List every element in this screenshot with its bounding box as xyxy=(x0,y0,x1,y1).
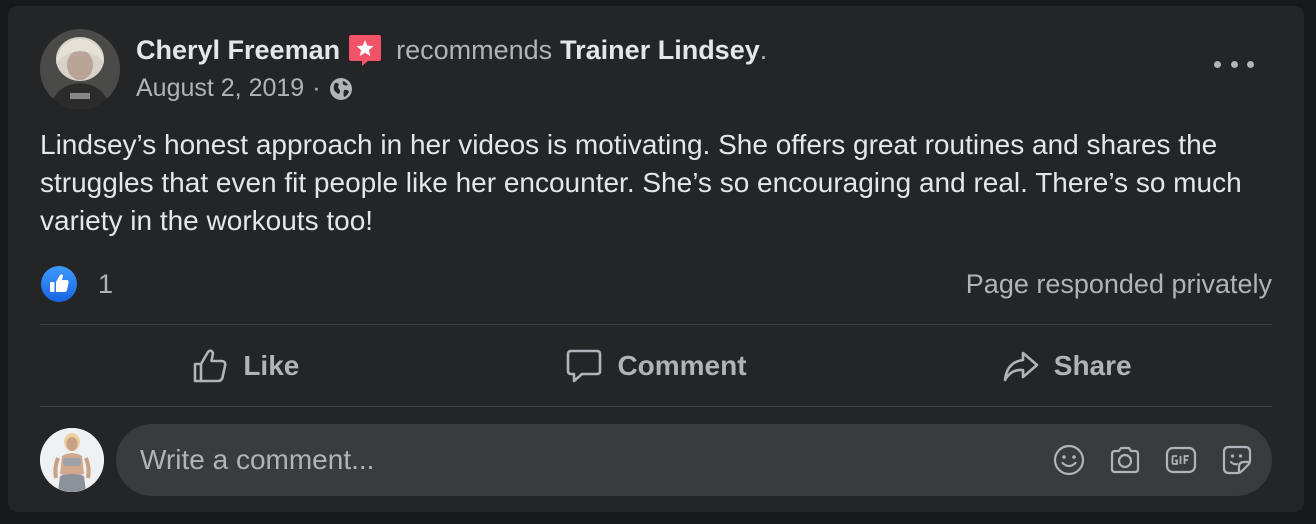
page-suffix: . xyxy=(759,34,768,65)
emoji-icon[interactable] xyxy=(1052,443,1086,477)
gif-icon[interactable] xyxy=(1164,443,1198,477)
page-name[interactable]: Trainer Lindsey xyxy=(560,35,760,66)
viewer-avatar[interactable] xyxy=(40,428,104,492)
meta-separator: · xyxy=(312,74,321,102)
share-arrow-icon xyxy=(1003,351,1039,382)
camera-icon[interactable] xyxy=(1108,443,1142,477)
dot-icon xyxy=(1230,60,1238,68)
post-header: Cheryl Freeman recommends Trainer Lindse… xyxy=(136,33,767,67)
recommend-icon xyxy=(348,33,382,67)
share-label: Share xyxy=(1053,350,1132,381)
like-reaction-icon xyxy=(40,265,78,303)
comment-input[interactable] xyxy=(140,444,1020,476)
dot-icon xyxy=(1214,60,1221,68)
post-actions: Like Comment Share xyxy=(40,326,1272,406)
recommends-text: recommends xyxy=(396,34,553,65)
share-button[interactable]: Share xyxy=(861,326,1272,406)
comment-label: Comment xyxy=(617,350,747,381)
author-avatar[interactable] xyxy=(40,29,120,109)
like-count: 1 xyxy=(98,268,114,299)
more-options-button[interactable] xyxy=(1214,52,1254,76)
author-name[interactable]: Cheryl Freeman xyxy=(136,35,340,66)
thumbs-up-icon xyxy=(194,349,227,383)
page-responded-text: Page responded privately xyxy=(965,268,1272,299)
dot-icon xyxy=(1247,60,1254,68)
divider xyxy=(40,406,1272,407)
comment-button[interactable]: Comment xyxy=(451,326,862,406)
comment-bubble-icon xyxy=(567,349,602,383)
like-label: Like xyxy=(243,350,300,381)
globe-icon[interactable] xyxy=(329,77,353,101)
comment-composer xyxy=(116,424,1272,496)
divider xyxy=(40,324,1272,325)
reaction-summary[interactable]: 1 xyxy=(40,265,113,303)
post-date[interactable]: August 2, 2019 xyxy=(136,74,304,103)
post-card: Cheryl Freeman recommends Trainer Lindse… xyxy=(8,6,1304,512)
composer-tools xyxy=(1052,443,1254,477)
post-stats: 1 Page responded privately xyxy=(40,264,1272,304)
like-button[interactable]: Like xyxy=(40,326,451,406)
sticker-icon[interactable] xyxy=(1220,443,1254,477)
post-body: Lindsey’s honest approach in her videos … xyxy=(40,129,1242,236)
post-meta: August 2, 2019 · xyxy=(136,74,353,103)
